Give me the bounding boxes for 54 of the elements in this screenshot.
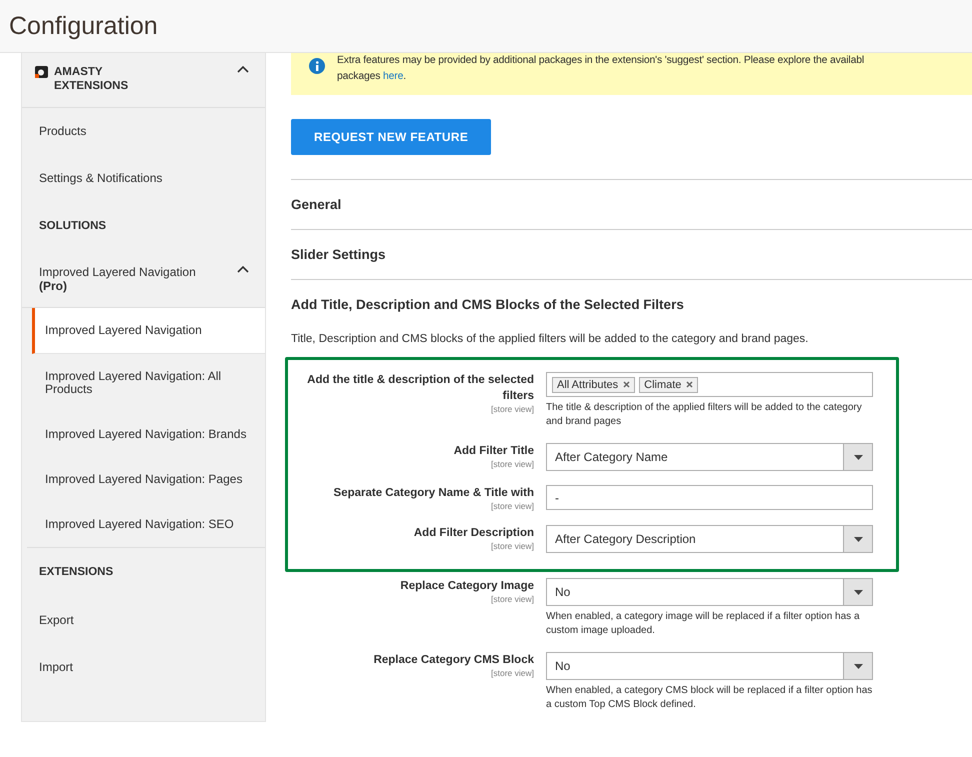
remove-icon[interactable] [686, 381, 694, 388]
sidebar-item[interactable]: Improved Layered Navigation: Pages [32, 457, 265, 502]
sidebar-item[interactable]: Improved Layered Navigation: Brands [32, 412, 265, 457]
page-title: Configuration [9, 12, 158, 40]
field-label: Add the title & description of the selected filters [306, 373, 534, 404]
text-field[interactable]: - [546, 485, 873, 510]
scope-label: [store view] [490, 594, 534, 604]
caret-icon [854, 536, 862, 542]
here-link[interactable]: here [383, 71, 404, 82]
sidebar-item[interactable]: Improved Layered Navigation: All Products [32, 354, 265, 412]
scope-label: [store view] [490, 459, 534, 469]
sidebar-item[interactable]: Improved Layered Navigation [32, 308, 265, 354]
sidebar-item[interactable]: Export [22, 597, 265, 644]
caret-icon [854, 664, 862, 668]
field-label: Replace Category Image [399, 579, 534, 594]
scope-label: [store view] [490, 404, 534, 414]
chevron-icon[interactable] [237, 265, 249, 273]
select-field[interactable]: After Category Description [546, 525, 873, 553]
field-label: Separate Category Name & Title with [332, 486, 534, 501]
select-field[interactable]: After Category Name [546, 443, 873, 471]
logo-icon [35, 66, 48, 78]
sidebar-group[interactable]: Improved Layered Navigation (Pro) [39, 265, 219, 293]
field-note: When enabled, a category image will be replaced if a filter option has a custom image uploaded. [546, 610, 861, 638]
caret-icon [854, 454, 862, 460]
request-feature-button[interactable]: REQUEST NEW FEATURE [291, 119, 492, 155]
sidebar-item[interactable]: Import [22, 644, 265, 691]
sidebar-item[interactable]: Improved Layered Navigation: SEO [32, 502, 265, 547]
section-description: Title, Description and CMS blocks of the applied filters will be added to the category and brand pages. [291, 333, 810, 345]
chevron-icon[interactable] [237, 65, 249, 73]
sidebar-item[interactable]: Products [22, 108, 265, 155]
remove-icon[interactable] [623, 381, 630, 388]
section-header[interactable]: Slider Settings [291, 229, 972, 279]
field-label: Replace Category CMS Block [372, 653, 534, 668]
field-note: When enabled, a category CMS block will be replaced if a filter option has a custom Top CMS Block defined. [546, 684, 873, 712]
scope-label: [store view] [490, 501, 534, 511]
section-header[interactable]: Add Title, Description and CMS Blocks of the Selected Filters [291, 279, 972, 329]
notice-text: Extra features may be provided by additional packages in the extension's 'suggest' section. Please explore the availabl packages here. [337, 54, 864, 84]
select-field[interactable]: No [546, 578, 873, 606]
scope-label: [store view] [490, 668, 534, 678]
scope-label: [store view] [490, 541, 534, 551]
field-label: Add Filter Description [412, 526, 534, 541]
filter-tag[interactable]: All Attributes [552, 376, 636, 392]
select-field[interactable]: No [546, 652, 873, 680]
caret-icon [854, 590, 862, 594]
field-label: Add Filter Title [452, 444, 534, 459]
section-header[interactable]: General [291, 179, 972, 229]
filter-tag[interactable]: Climate [639, 376, 698, 392]
sidebar-heading: EXTENSIONS [38, 565, 114, 580]
field-note: The title & description of the applied filters will be added to the category and brand pages [546, 401, 863, 429]
info-icon [309, 58, 325, 74]
vendor-title[interactable]: AMASTY EXTENSIONS [35, 65, 135, 93]
sidebar-item[interactable]: Settings & Notifications [22, 155, 265, 202]
sidebar-heading: SOLUTIONS [38, 219, 108, 234]
multiselect-field[interactable]: All Attributes Climate [546, 372, 873, 397]
